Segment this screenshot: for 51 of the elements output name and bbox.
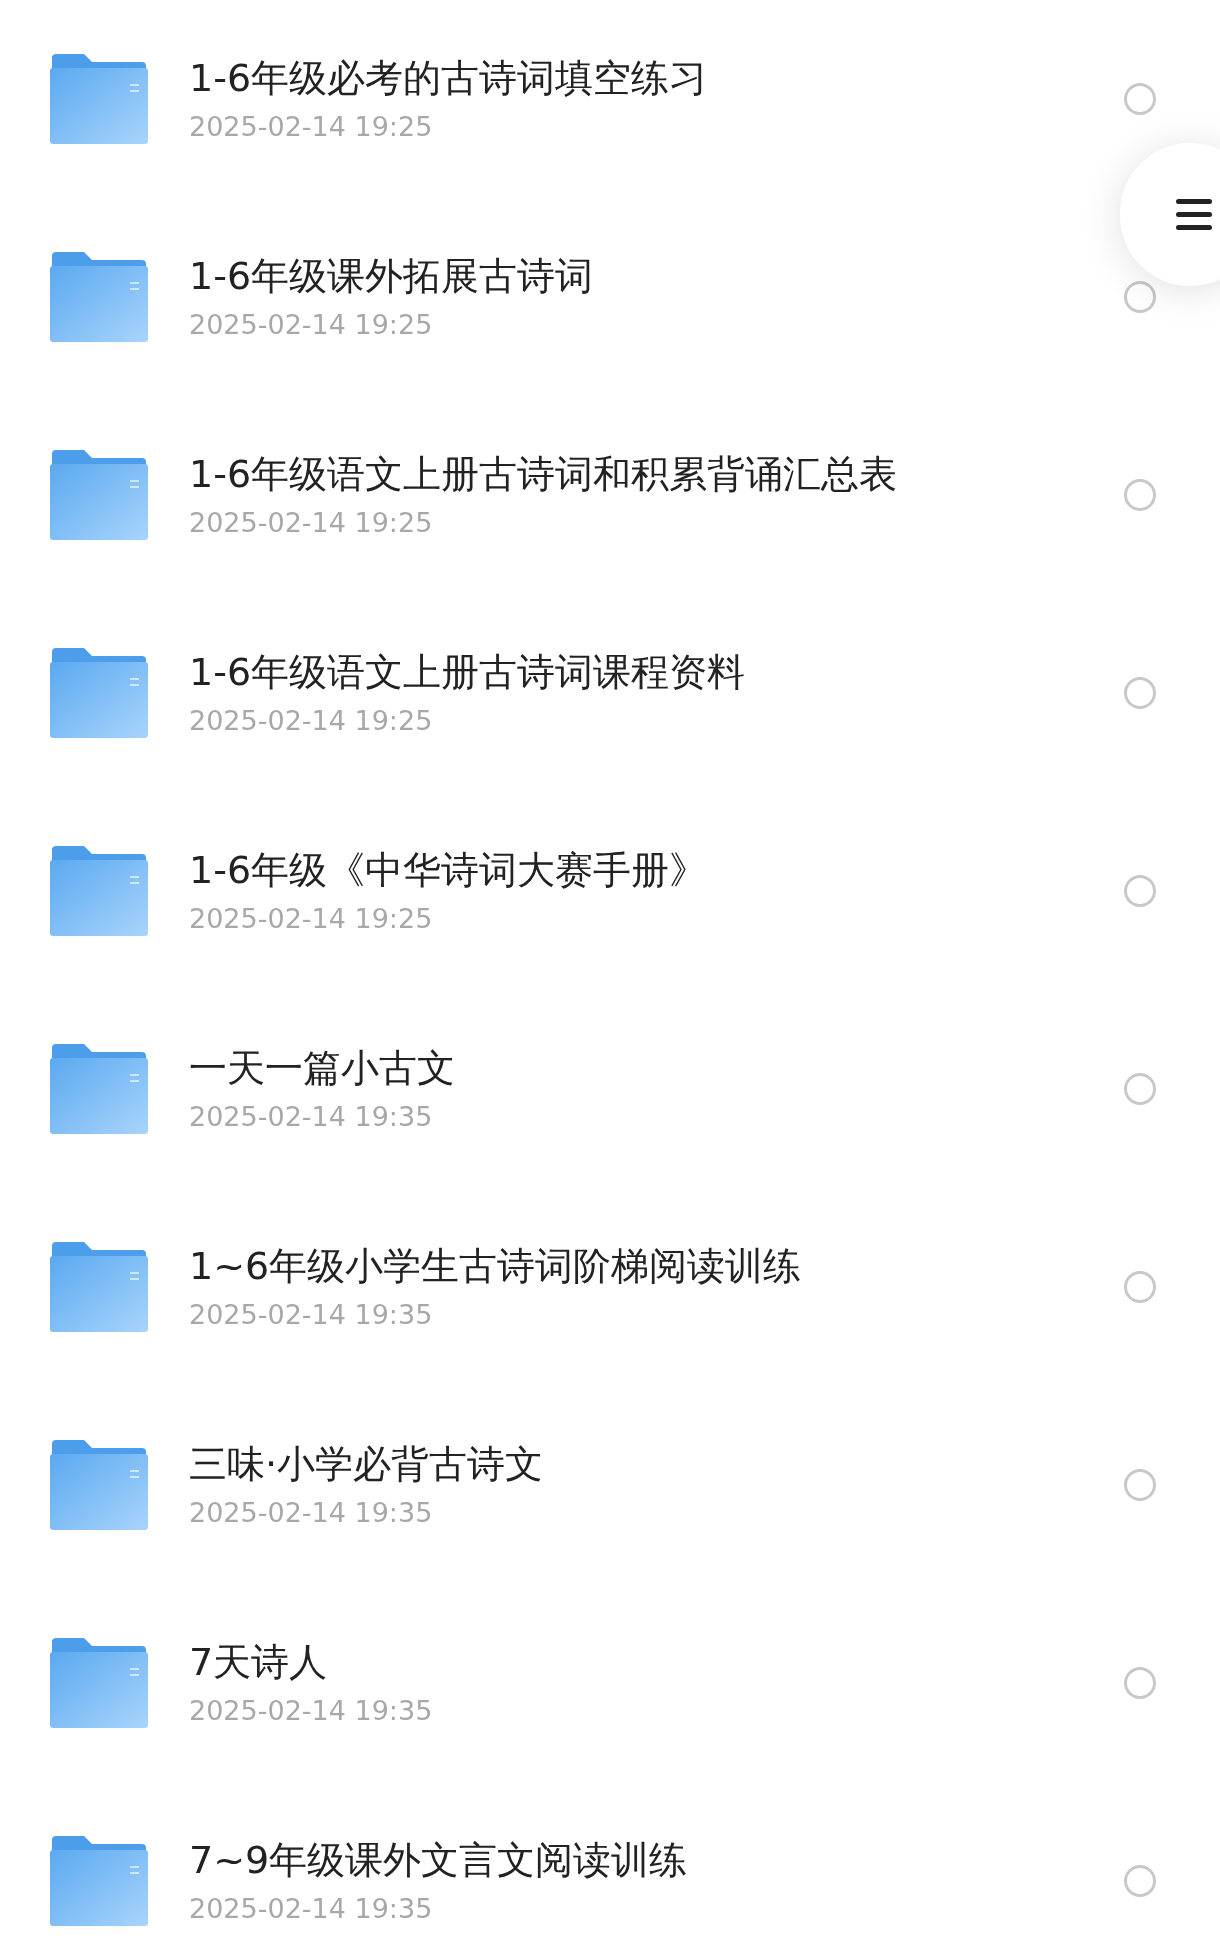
select-radio[interactable] [1124, 281, 1156, 313]
folder-name: 7~9年级课外文言文阅读训练 [189, 1837, 689, 1884]
folder-date: 2025-02-14 19:35 [189, 1893, 434, 1925]
folder-name: 三味·小学必背古诗文 [189, 1441, 545, 1488]
select-radio[interactable] [1124, 1469, 1156, 1501]
folder-icon [50, 846, 148, 936]
folder-date: 2025-02-14 19:35 [189, 1497, 434, 1529]
folder-icon [50, 1638, 148, 1728]
folder-date: 2025-02-14 19:25 [189, 705, 434, 737]
folder-name: 1-6年级语文上册古诗词和积累背诵汇总表 [189, 451, 899, 498]
select-radio[interactable] [1124, 1667, 1156, 1699]
select-radio[interactable] [1124, 83, 1156, 115]
folder-date: 2025-02-14 19:25 [189, 111, 434, 143]
folder-date: 2025-02-14 19:25 [189, 903, 434, 935]
folder-name: 1-6年级必考的古诗词填空练习 [189, 55, 709, 102]
folder-date: 2025-02-14 19:35 [189, 1299, 434, 1331]
select-radio[interactable] [1124, 1865, 1156, 1897]
folder-icon [50, 252, 148, 342]
folder-date: 2025-02-14 19:25 [189, 507, 434, 539]
folder-icon [50, 1242, 148, 1332]
select-radio[interactable] [1124, 875, 1156, 907]
folder-icon [50, 648, 148, 738]
file-row[interactable]: 7天诗人 2025-02-14 19:35 [0, 1584, 1220, 1782]
folder-date: 2025-02-14 19:35 [189, 1695, 434, 1727]
folder-name: 一天一篇小古文 [189, 1045, 456, 1092]
folder-icon [50, 1044, 148, 1134]
select-radio[interactable] [1124, 1271, 1156, 1303]
folder-name: 1-6年级《中华诗词大赛手册》 [189, 847, 709, 894]
select-radio[interactable] [1124, 1073, 1156, 1105]
folder-icon [50, 450, 148, 540]
folder-date: 2025-02-14 19:35 [189, 1101, 434, 1133]
folder-icon [50, 1440, 148, 1530]
file-row[interactable]: 7~9年级课外文言文阅读训练 2025-02-14 19:35 [0, 1782, 1220, 1952]
select-radio[interactable] [1124, 677, 1156, 709]
select-radio[interactable] [1124, 479, 1156, 511]
folder-icon [50, 54, 148, 144]
folder-date: 2025-02-14 19:25 [189, 309, 434, 341]
file-row[interactable]: 1~6年级小学生古诗词阶梯阅读训练 2025-02-14 19:35 [0, 1188, 1220, 1386]
menu-icon [1176, 198, 1212, 231]
folder-name: 1~6年级小学生古诗词阶梯阅读训练 [189, 1243, 803, 1290]
folder-icon [50, 1836, 148, 1926]
file-row[interactable]: 1-6年级语文上册古诗词和积累背诵汇总表 2025-02-14 19:25 [0, 396, 1220, 594]
folder-name: 1-6年级课外拓展古诗词 [189, 253, 595, 300]
file-row[interactable]: 1-6年级《中华诗词大赛手册》 2025-02-14 19:25 [0, 792, 1220, 990]
file-row[interactable]: 1-6年级语文上册古诗词课程资料 2025-02-14 19:25 [0, 594, 1220, 792]
folder-name: 7天诗人 [189, 1639, 329, 1686]
file-row[interactable]: 一天一篇小古文 2025-02-14 19:35 [0, 990, 1220, 1188]
folder-name: 1-6年级语文上册古诗词课程资料 [189, 649, 747, 696]
file-row[interactable]: 1-6年级必考的古诗词填空练习 2025-02-14 19:25 [0, 0, 1220, 198]
file-row[interactable]: 三味·小学必背古诗文 2025-02-14 19:35 [0, 1386, 1220, 1584]
file-row[interactable]: 1-6年级课外拓展古诗词 2025-02-14 19:25 [0, 198, 1220, 396]
